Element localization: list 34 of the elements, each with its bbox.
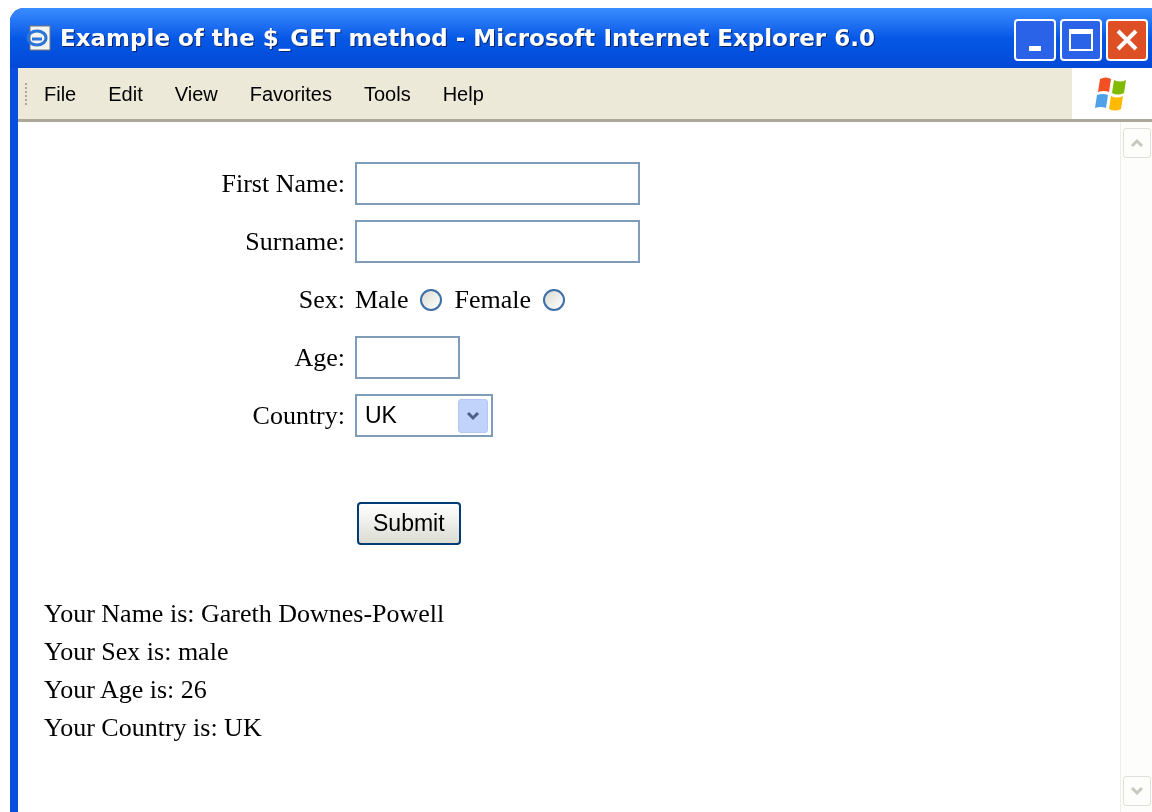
- result-line: Your Sex is: male: [44, 636, 230, 668]
- menu-item[interactable]: Favorites: [233, 78, 348, 109]
- menu-item[interactable]: Help: [426, 78, 500, 109]
- field-label: Surname:: [244, 226, 345, 258]
- menu-item[interactable]: File: [28, 78, 93, 109]
- up-caret-icon: [1129, 138, 1144, 148]
- menu-item[interactable]: Edit: [92, 78, 159, 109]
- result-line: Your Country is: UK: [44, 712, 263, 744]
- window-title: Example of the $_GET method - Microsoft Internet Explorer 6.0: [60, 23, 876, 53]
- text-field[interactable]: [355, 336, 460, 379]
- down-caret-icon: [1129, 786, 1144, 796]
- dropdown-chevron-icon[interactable]: [458, 398, 488, 433]
- radio-button[interactable]: [420, 288, 443, 311]
- menu-item[interactable]: View: [158, 78, 234, 109]
- field-label: Age:: [293, 342, 345, 374]
- menu-item[interactable]: Tools: [347, 78, 427, 109]
- result-line: Your Name is: Gareth Downes-Powell: [44, 598, 446, 630]
- submit-button[interactable]: Submit: [357, 502, 461, 545]
- country-dropdown[interactable]: UK: [355, 394, 493, 437]
- minimize-button[interactable]: [1014, 19, 1056, 61]
- radio-label: Male: [355, 284, 409, 316]
- close-icon: [1115, 28, 1139, 52]
- field-label: Sex:: [297, 284, 345, 316]
- field-label: First Name:: [220, 168, 345, 200]
- maximize-button[interactable]: [1060, 19, 1102, 61]
- text-field[interactable]: [355, 220, 640, 263]
- radio-button[interactable]: [542, 288, 565, 311]
- result-line: Your Age is: 26: [44, 674, 208, 706]
- radio-label: Female: [454, 284, 531, 316]
- grip-icon: [24, 80, 28, 107]
- text-field[interactable]: [355, 162, 640, 205]
- close-button[interactable]: [1106, 19, 1148, 61]
- field-label: Country:: [251, 400, 345, 432]
- browser-logo-icon: [24, 24, 52, 52]
